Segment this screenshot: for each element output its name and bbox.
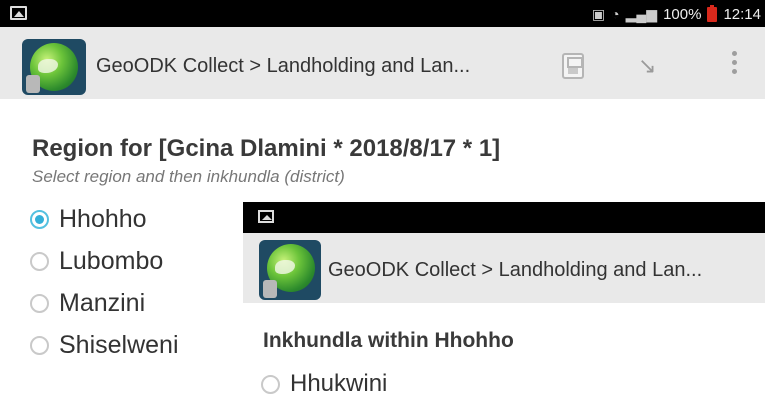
choice-label: Hhohho (59, 205, 147, 233)
radio-icon[interactable] (261, 374, 280, 394)
choice-label: Manzini (59, 289, 146, 317)
geoodk-logo-icon (259, 240, 321, 300)
question-label: Region for [Gcina Dlamini * 2018/8/17 * … (32, 135, 501, 162)
wifi-icon: ◔ (611, 6, 620, 22)
choice-hhukwini[interactable]: Hhukwini (261, 370, 387, 398)
radio-icon[interactable] (30, 336, 49, 355)
app-toolbar: GeoODK Collect > Landholding and Lan... … (0, 27, 765, 99)
inset-toolbar: GeoODK Collect > Landholding and Lan... (243, 233, 765, 303)
choice-hhohho[interactable]: Hhohho (30, 205, 147, 234)
choice-label: Hhukwini (290, 370, 388, 397)
nfc-icon: ▣ (591, 5, 606, 22)
gallery-icon (10, 6, 27, 20)
gallery-icon (258, 210, 274, 223)
clock: 12:14 (723, 5, 761, 23)
choice-manzini[interactable]: Manzini (30, 289, 145, 318)
save-icon[interactable] (562, 53, 584, 79)
choice-label: Shiselweni (59, 331, 179, 359)
geoodk-logo-icon (22, 39, 86, 95)
choice-shiselweni[interactable]: Shiselweni (30, 331, 179, 360)
inset-question-label: Inkhundla within Hhohho (263, 329, 514, 352)
signal-icon: ▂▄▆ (625, 5, 658, 22)
inset-toolbar-title: GeoODK Collect > Landholding and Lan... (328, 259, 703, 281)
overflow-menu-icon[interactable] (731, 51, 739, 81)
status-indicators: ▣ ◔ ▂▄▆ 100% 12:14 (592, 4, 761, 24)
inset-screenshot: GeoODK Collect > Landholding and Lan... … (243, 202, 765, 405)
navigate-icon[interactable]: ↘ (638, 55, 660, 77)
question-hint: Select region and then inkhundla (distri… (32, 167, 345, 186)
battery-icon (707, 4, 718, 22)
battery-percent: 100% (663, 5, 702, 23)
choice-label: Lubombo (59, 247, 164, 275)
choice-lubombo[interactable]: Lubombo (30, 247, 163, 276)
radio-selected-icon[interactable] (30, 210, 49, 229)
inset-status-bar (243, 202, 765, 233)
toolbar-title: GeoODK Collect > Landholding and Lan... (96, 55, 471, 77)
radio-icon[interactable] (30, 294, 49, 313)
status-bar: ▣ ◔ ▂▄▆ 100% 12:14 (0, 0, 765, 27)
radio-icon[interactable] (30, 252, 49, 271)
